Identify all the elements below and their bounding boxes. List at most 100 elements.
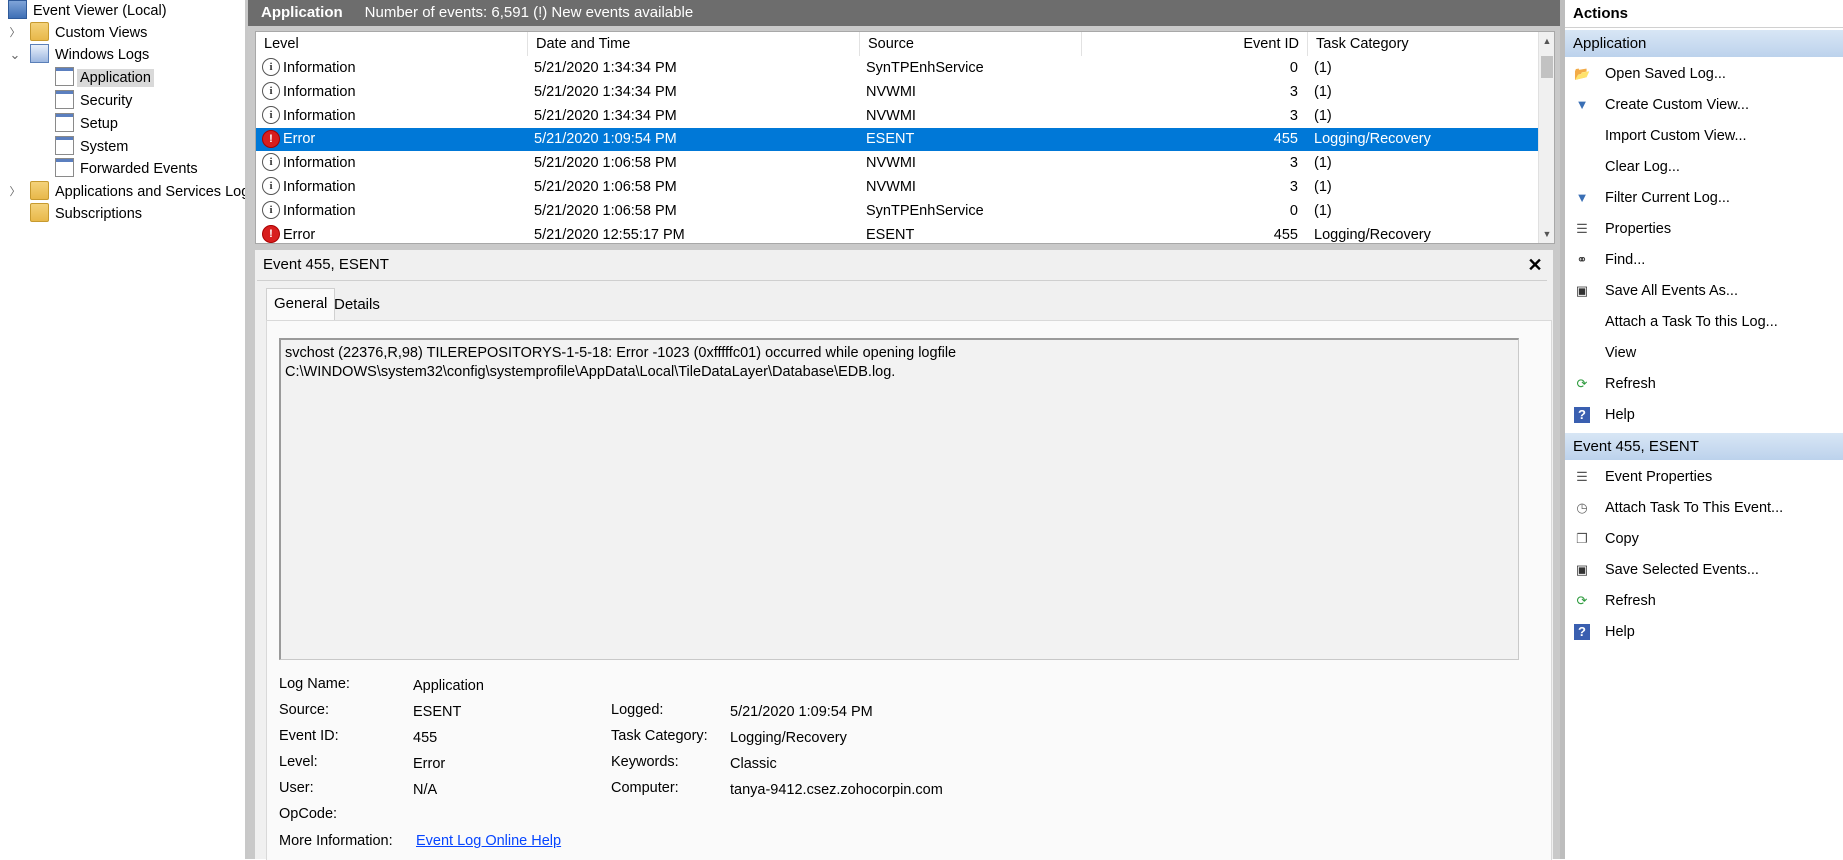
tree-item-applications-services[interactable]: 〉 Applications and Services Log (10, 180, 245, 203)
action-save-all-events-as[interactable]: ▣ Save All Events As... (1565, 277, 1843, 305)
cell-task-category: (1) (1314, 107, 1332, 124)
cell-level: ! Error (262, 128, 315, 151)
cell-task-category: (1) (1314, 60, 1332, 76)
column-header-source[interactable]: Source (860, 32, 1082, 56)
tree-item-subscriptions[interactable]: Subscriptions (30, 202, 142, 225)
navigation-tree: Event Viewer (Local) 〉 Custom Views ⌄ Wi… (0, 0, 246, 859)
events-grid: Level Date and Time Source Event ID Task… (255, 31, 1555, 244)
table-row[interactable]: i Information 5/21/2020 1:34:34 PM NVWMI 3 (1… (256, 81, 1539, 104)
event-message-box[interactable]: svchost (22376,R,98) TILEREPOSITORYS-1-5… (279, 338, 1519, 660)
cell-event-id: 3 (1289, 179, 1298, 195)
subscriptions-icon (30, 202, 49, 222)
action-open-saved-log[interactable]: 📂 Open Saved Log... (1565, 60, 1843, 88)
error-icon: ! (262, 224, 280, 243)
table-row[interactable]: i Information 5/21/2020 1:34:34 PM NVWMI 3 (1… (256, 105, 1539, 128)
action-refresh[interactable]: ⟳ Refresh (1565, 370, 1843, 398)
event-detail-pane: Event 455, ESENT ✕ General Details svcho… (255, 250, 1553, 860)
event-viewer-icon (8, 0, 27, 19)
information-icon: i (262, 177, 280, 196)
cell-date: 5/21/2020 1:06:58 PM (534, 179, 677, 195)
table-row[interactable]: i Information 5/21/2020 1:34:34 PM SynTPEnh… (256, 57, 1539, 80)
field-value-event-id: 455 (413, 730, 438, 746)
event-log-online-help-link[interactable]: Event Log Online Help (416, 830, 561, 852)
scroll-up-icon[interactable]: ▲ (1539, 32, 1554, 50)
actions-pane: Actions Application 📂 Open Saved Log... ▼ C… (1565, 0, 1843, 859)
action-help[interactable]: ? Help (1565, 618, 1843, 646)
tab-details[interactable]: Details (327, 290, 387, 320)
table-row[interactable]: i Information 5/21/2020 1:06:58 PM SynTPEnh… (256, 200, 1539, 223)
cell-event-id: 455 (1273, 131, 1298, 148)
tree-item-event-viewer[interactable]: Event Viewer (Local) (8, 0, 167, 22)
action-help[interactable]: ? Help (1565, 401, 1843, 429)
tab-general[interactable]: General (266, 288, 336, 322)
log-icon (55, 89, 74, 109)
information-icon: i (262, 153, 280, 172)
action-save-selected-events[interactable]: ▣ Save Selected Events... (1565, 556, 1843, 584)
tree-item-windows-logs[interactable]: ⌄ Windows Logs (10, 43, 149, 66)
scroll-thumb[interactable] (1541, 56, 1553, 78)
cell-source: NVWMI (866, 83, 916, 100)
field-label-log-name: Log Name: (279, 676, 350, 692)
cell-date: 5/21/2020 1:34:34 PM (534, 60, 677, 76)
field-value-user: N/A (413, 782, 438, 798)
cell-level: i Information (262, 200, 356, 223)
information-icon: i (262, 81, 280, 100)
computer-folder-icon (30, 43, 49, 63)
grid-scrollbar[interactable]: ▲ ▼ (1538, 32, 1554, 243)
chevron-down-icon[interactable]: ⌄ (8, 44, 22, 66)
tree-item-application[interactable]: Application (55, 66, 154, 89)
action-create-custom-view[interactable]: ▼ Create Custom View... (1565, 91, 1843, 119)
tree-item-security[interactable]: Security (55, 89, 132, 112)
table-row[interactable]: ! Error 5/21/2020 12:55:17 PM ESENT 455 Loggi… (256, 224, 1539, 243)
action-event-properties[interactable]: ☰ Event Properties (1565, 463, 1843, 491)
action-attach-task-to-this-event[interactable]: ◷ Attach Task To This Event... (1565, 494, 1843, 522)
column-header-level[interactable]: Level (256, 32, 528, 56)
column-header-event-id[interactable]: Event ID (1082, 32, 1308, 56)
task-icon: ◷ (1576, 500, 1588, 515)
actions-title: Actions (1565, 0, 1843, 28)
properties-icon: ☰ (1576, 469, 1588, 484)
table-row[interactable]: i Information 5/21/2020 1:06:58 PM NVWMI 3 (1… (256, 152, 1539, 175)
log-icon (55, 112, 74, 132)
action-refresh[interactable]: ⟳ Refresh (1565, 587, 1843, 615)
action-clear-log[interactable]: Clear Log... (1565, 153, 1843, 181)
action-filter-current-log[interactable]: ▼ Filter Current Log... (1565, 184, 1843, 212)
cell-source: NVWMI (866, 155, 916, 172)
filter-icon: ▼ (1575, 97, 1589, 112)
action-import-custom-view[interactable]: Import Custom View... (1565, 122, 1843, 150)
tree-item-setup[interactable]: Setup (55, 112, 118, 135)
cell-source: NVWMI (866, 179, 916, 195)
chevron-right-icon[interactable]: 〉 (8, 22, 22, 44)
actions-section-application[interactable]: Application (1565, 30, 1843, 57)
tree-item-system[interactable]: System (55, 135, 128, 158)
action-find[interactable]: ⚭ Find... (1565, 246, 1843, 274)
tree-item-forwarded-events[interactable]: Forwarded Events (55, 157, 198, 180)
action-copy[interactable]: ❐ Copy (1565, 525, 1843, 553)
detail-title-bar: Event 455, ESENT (255, 250, 1553, 280)
information-icon: i (262, 200, 280, 219)
cell-task-category: (1) (1314, 179, 1332, 195)
table-row[interactable]: i Information 5/21/2020 1:06:58 PM NVWMI 3 (1… (256, 176, 1539, 199)
column-header-date[interactable]: Date and Time (528, 32, 860, 56)
action-attach-a-task-to-this-log[interactable]: Attach a Task To this Log... (1565, 308, 1843, 336)
table-row[interactable]: ! Error 5/21/2020 1:09:54 PM ESENT 455 Loggin… (256, 128, 1539, 152)
close-icon[interactable]: ✕ (1525, 250, 1545, 280)
folder-icon (30, 180, 49, 200)
field-value-log-name: Application (413, 678, 484, 694)
field-value-computer: tanya-9412.csez.zohocorpin.com (730, 782, 943, 798)
field-label-more-info: More Information: (279, 833, 393, 849)
column-header-task-category[interactable]: Task Category (1308, 32, 1538, 56)
information-icon: i (262, 58, 280, 77)
copy-icon: ❐ (1576, 531, 1588, 546)
field-label-event-id: Event ID: (279, 728, 339, 744)
log-icon (55, 66, 74, 86)
refresh-icon: ⟳ (1576, 376, 1588, 391)
actions-section-event[interactable]: Event 455, ESENT (1565, 433, 1843, 460)
tree-item-custom-views[interactable]: 〉 Custom Views (10, 21, 147, 44)
chevron-right-icon[interactable]: 〉 (8, 181, 22, 203)
action-properties[interactable]: ☰ Properties (1565, 215, 1843, 243)
action-view[interactable]: View (1565, 339, 1843, 367)
field-label-user: User: (279, 780, 314, 796)
scroll-down-icon[interactable]: ▼ (1539, 225, 1554, 243)
cell-date: 5/21/2020 1:06:58 PM (534, 155, 677, 172)
